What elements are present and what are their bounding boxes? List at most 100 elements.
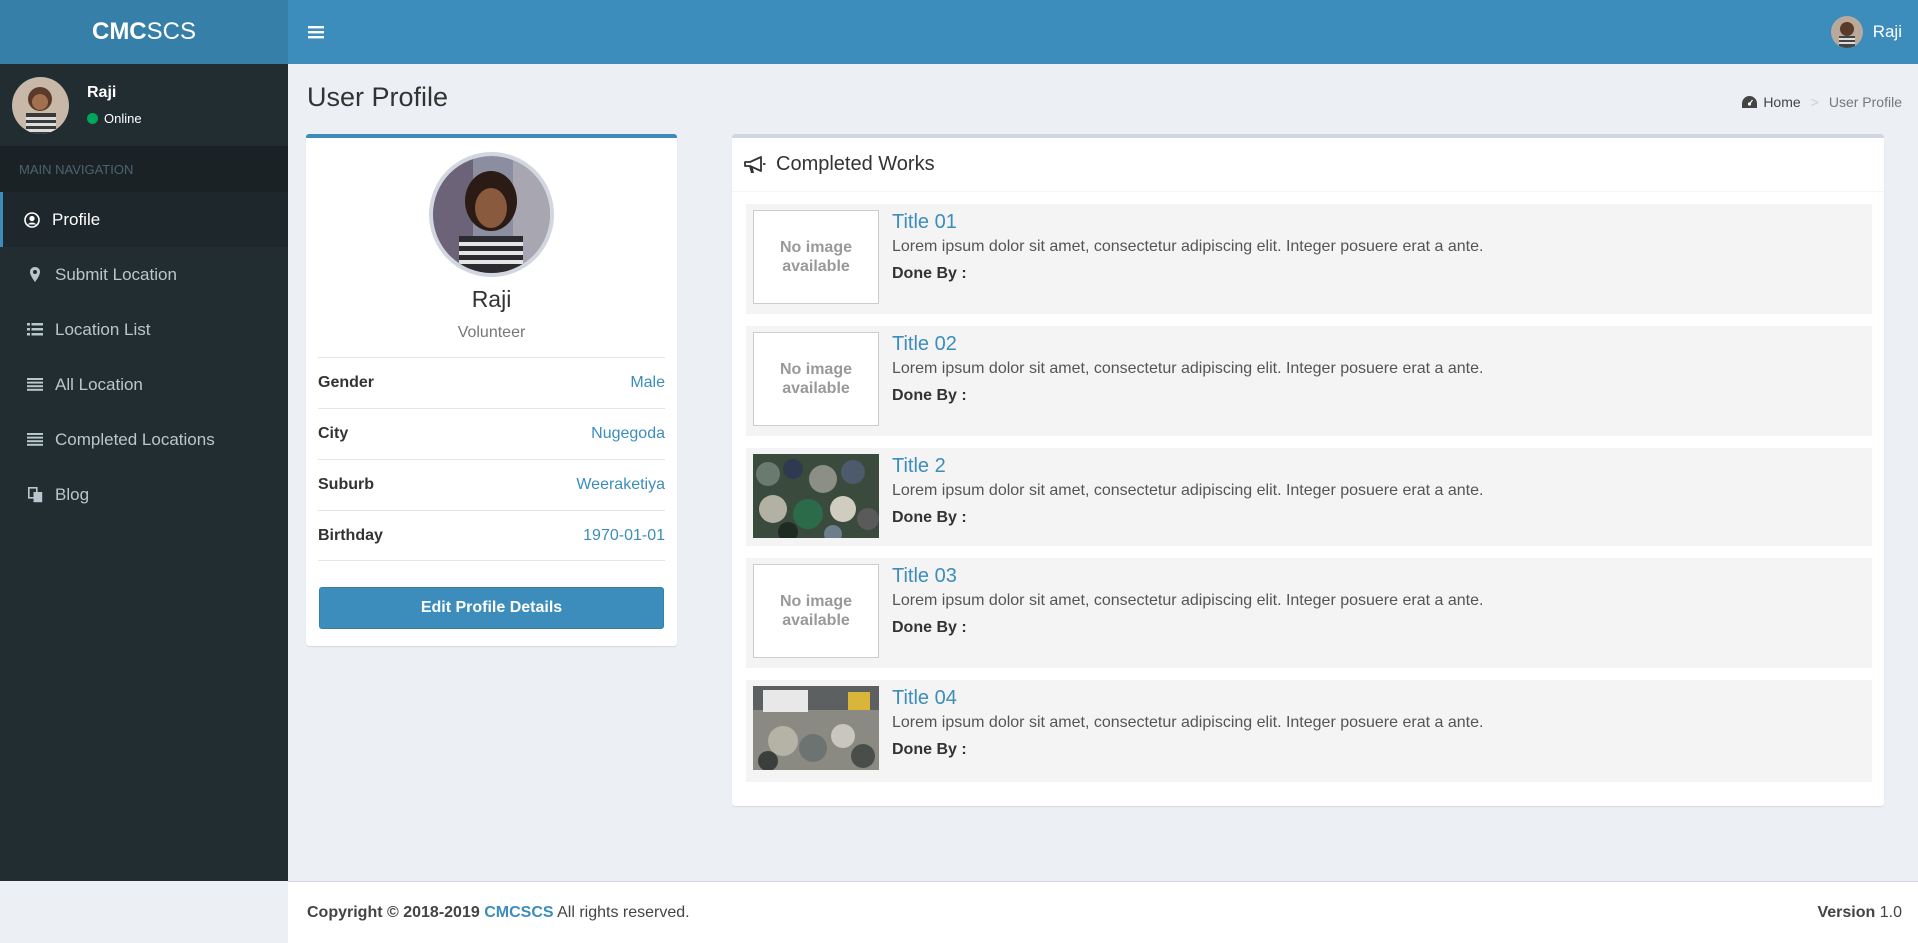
user-status: Online (87, 111, 142, 126)
profile-card: Raji Volunteer Gender Male City Nugegoda… (306, 134, 677, 646)
work-photo (753, 454, 879, 538)
info-row-gender: Gender Male (318, 357, 665, 408)
works-header: Completed Works (732, 138, 1884, 192)
page-title: User Profile (307, 82, 449, 112)
profile-avatar (429, 152, 554, 277)
work-done-by: Done By : (892, 265, 967, 282)
profile-role: Volunteer (457, 324, 526, 341)
work-item: Title 04 Lorem ipsum dolor sit amet, con… (746, 680, 1872, 782)
profile-info-list: Gender Male City Nugegoda Suburb Weerake… (318, 357, 665, 561)
sidebar-item-profile[interactable]: Profile (0, 192, 288, 247)
work-done-by: Done By : (892, 387, 967, 404)
breadcrumb-current: User Profile (1828, 94, 1902, 110)
info-label: Suburb (318, 476, 374, 493)
sidebar-item-submit-location[interactable]: Submit Location (0, 247, 288, 302)
sidebar-item-label: Location List (55, 319, 151, 339)
footer-version: Version 1.0 (1817, 904, 1902, 922)
work-description: Lorem ipsum dolor sit amet, consectetur … (892, 238, 1484, 255)
info-row-birthday: Birthday 1970-01-01 (318, 510, 665, 561)
logo-bold: CMC (91, 18, 147, 45)
sidebar-item-label: Submit Location (55, 264, 177, 284)
work-title-link[interactable]: Title 01 (892, 211, 1483, 234)
sidebar-item-label: Blog (55, 484, 90, 504)
version-label: Version (1817, 903, 1876, 921)
sidebar-item-location-list[interactable]: Location List (0, 302, 288, 357)
breadcrumb: Home > User Profile (1742, 94, 1902, 110)
user-status-text: Online (104, 111, 142, 126)
info-value: Male (630, 374, 665, 391)
sidebar-toggle-button[interactable] (288, 0, 344, 64)
footer-brand-link[interactable]: CMCSCS (484, 904, 553, 921)
work-title-link[interactable]: Title 2 (892, 455, 1483, 478)
breadcrumb-home-link[interactable]: Home (1742, 94, 1801, 110)
online-status-icon (87, 113, 98, 124)
dashboard-icon (1742, 96, 1758, 108)
work-item: No image available Title 01 Lorem ipsum … (746, 204, 1872, 314)
profile-name: Raji (471, 286, 512, 312)
work-done-by: Done By : (892, 619, 967, 636)
footer-copyright: Copyright © 2018-2019 CMCSCS All rights … (307, 904, 690, 922)
info-row-city: City Nugegoda (318, 408, 665, 459)
work-title-link[interactable]: Title 02 (892, 333, 1483, 356)
info-label: Birthday (318, 526, 383, 544)
completed-works-card: Completed Works No image available Title… (732, 134, 1884, 806)
works-list: No image available Title 01 Lorem ipsum … (732, 192, 1884, 782)
sidebar: Raji Online MAIN NAVIGATION Profile Subm… (0, 64, 288, 881)
bars-icon (25, 433, 45, 446)
work-title-link[interactable]: Title 04 (892, 687, 1483, 710)
no-image-text: No image available (779, 361, 852, 397)
copyright-text: Copyright © 2018-2019 (307, 903, 480, 921)
work-description: Lorem ipsum dolor sit amet, consectetur … (892, 592, 1484, 609)
info-value: Nugegoda (591, 425, 665, 442)
bars-icon (25, 378, 45, 391)
works-heading: Completed Works (776, 153, 935, 175)
user-menu[interactable]: Raji (1830, 0, 1902, 64)
hamburger-icon (308, 26, 324, 39)
work-description: Lorem ipsum dolor sit amet, consectetur … (892, 360, 1484, 377)
rights-text: All rights reserved. (557, 903, 690, 921)
info-value: 1970-01-01 (583, 526, 665, 544)
sidebar-item-blog[interactable]: Blog (0, 467, 288, 522)
work-description: Lorem ipsum dolor sit amet, consectetur … (892, 482, 1484, 499)
user-circle-icon (22, 211, 42, 228)
info-label: Gender (318, 374, 375, 391)
nav-header: MAIN NAVIGATION (0, 146, 288, 192)
sidebar-item-label: Profile (52, 209, 101, 229)
work-item: No image available Title 03 Lorem ipsum … (746, 558, 1872, 668)
sidebar-avatar (12, 76, 69, 134)
copy-icon (25, 486, 45, 503)
work-description: Lorem ipsum dolor sit amet, consectetur … (892, 714, 1484, 731)
edit-profile-button[interactable]: Edit Profile Details (319, 587, 664, 629)
bullhorn-icon (744, 155, 766, 173)
info-value: Weeraketiya (576, 476, 665, 493)
work-title-link[interactable]: Title 03 (892, 565, 1483, 588)
logo-light: SCS (146, 18, 196, 45)
sidebar-item-label: Completed Locations (55, 429, 215, 449)
main-header: CMC SCS Raji (0, 0, 1918, 64)
top-navbar: Raji (288, 0, 1918, 64)
sidebar-item-all-location[interactable]: All Location (0, 357, 288, 412)
no-image-text: No image available (779, 593, 852, 629)
header-avatar (1830, 16, 1863, 48)
list-icon (25, 323, 45, 336)
work-item: No image available Title 02 Lorem ipsum … (746, 326, 1872, 436)
main-footer: Copyright © 2018-2019 CMCSCS All rights … (288, 881, 1918, 943)
breadcrumb-separator: > (1810, 94, 1819, 110)
map-marker-icon (25, 267, 45, 282)
app-logo[interactable]: CMC SCS (0, 0, 288, 64)
version-value: 1.0 (1879, 903, 1902, 921)
no-image-placeholder: No image available (753, 332, 879, 426)
no-image-placeholder: No image available (753, 210, 879, 304)
breadcrumb-home-label: Home (1763, 94, 1801, 110)
info-label: City (318, 425, 349, 442)
no-image-placeholder: No image available (753, 564, 879, 658)
info-row-suburb: Suburb Weeraketiya (318, 459, 665, 510)
work-item: Title 2 Lorem ipsum dolor sit amet, cons… (746, 448, 1872, 546)
sidebar-item-label: All Location (55, 374, 143, 394)
no-image-text: No image available (779, 239, 852, 275)
header-user-name: Raji (1872, 22, 1902, 41)
sidebar-user-panel: Raji Online (0, 64, 288, 146)
work-photo (753, 686, 879, 770)
sidebar-user-name: Raji (87, 84, 117, 101)
sidebar-item-completed-locations[interactable]: Completed Locations (0, 412, 288, 467)
